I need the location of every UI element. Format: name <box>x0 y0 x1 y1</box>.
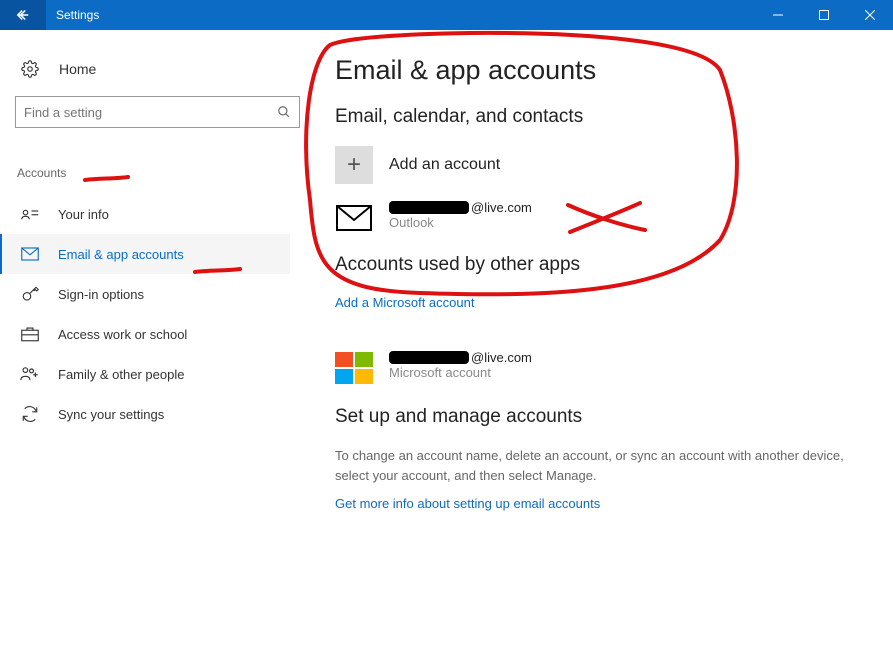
page-title: Email & app accounts <box>335 55 853 86</box>
sidebar-item-sync[interactable]: Sync your settings <box>0 394 290 434</box>
close-button[interactable] <box>847 0 893 30</box>
plus-icon: + <box>335 146 373 184</box>
sidebar-item-work-school[interactable]: Access work or school <box>0 314 290 354</box>
section-email-contacts: Email, calendar, and contacts <box>335 106 853 128</box>
account-email: @live.com <box>389 200 532 215</box>
ms-account-email: @live.com <box>389 350 532 365</box>
manage-description: To change an account name, delete an acc… <box>335 446 853 485</box>
search-input[interactable] <box>24 105 277 120</box>
sidebar-item-label: Family & other people <box>58 367 184 382</box>
email-account-row[interactable]: @live.com Outlook <box>335 200 853 232</box>
section-manage: Set up and manage accounts <box>335 406 853 428</box>
microsoft-logo-icon <box>335 352 373 384</box>
sidebar-item-email-accounts[interactable]: Email & app accounts <box>0 234 290 274</box>
sidebar-item-label: Sign-in options <box>58 287 144 302</box>
sidebar-item-label: Sync your settings <box>58 407 164 422</box>
search-icon <box>277 105 291 119</box>
sidebar-item-label: Email & app accounts <box>58 247 184 262</box>
minimize-button[interactable] <box>755 0 801 30</box>
gear-icon <box>21 60 41 78</box>
more-info-link[interactable]: Get more info about setting up email acc… <box>335 496 600 511</box>
mail-icon <box>335 204 373 232</box>
sidebar-item-your-info[interactable]: Your info <box>0 194 290 234</box>
section-other-apps: Accounts used by other apps <box>335 254 853 276</box>
sidebar-home-label: Home <box>59 61 96 77</box>
mail-icon <box>20 247 40 261</box>
back-button[interactable] <box>0 0 46 30</box>
briefcase-icon <box>20 326 40 342</box>
sidebar-home[interactable]: Home <box>15 60 290 78</box>
sidebar-item-label: Your info <box>58 207 109 222</box>
sidebar-item-family[interactable]: Family & other people <box>0 354 290 394</box>
sync-icon <box>20 405 40 423</box>
sidebar: Home Accounts Your info Email & app acco… <box>0 30 305 650</box>
add-account-button[interactable]: + Add an account <box>335 146 853 184</box>
key-icon <box>20 285 40 303</box>
titlebar: Settings <box>0 0 893 30</box>
sidebar-item-label: Access work or school <box>58 327 187 342</box>
search-box[interactable] <box>15 96 300 128</box>
sidebar-item-signin-options[interactable]: Sign-in options <box>0 274 290 314</box>
person-card-icon <box>20 207 40 221</box>
account-provider: Outlook <box>389 215 532 230</box>
window-title: Settings <box>56 8 99 22</box>
add-account-label: Add an account <box>389 156 500 174</box>
sidebar-section-label: Accounts <box>15 166 290 180</box>
minimize-icon <box>773 10 783 20</box>
ms-account-row[interactable]: @live.com Microsoft account <box>335 350 853 384</box>
maximize-icon <box>819 10 829 20</box>
ms-account-type: Microsoft account <box>389 365 532 380</box>
maximize-button[interactable] <box>801 0 847 30</box>
close-icon <box>865 10 875 20</box>
main-content: Email & app accounts Email, calendar, an… <box>305 30 893 650</box>
add-ms-account-link[interactable]: Add a Microsoft account <box>335 295 474 310</box>
people-plus-icon <box>20 366 40 382</box>
